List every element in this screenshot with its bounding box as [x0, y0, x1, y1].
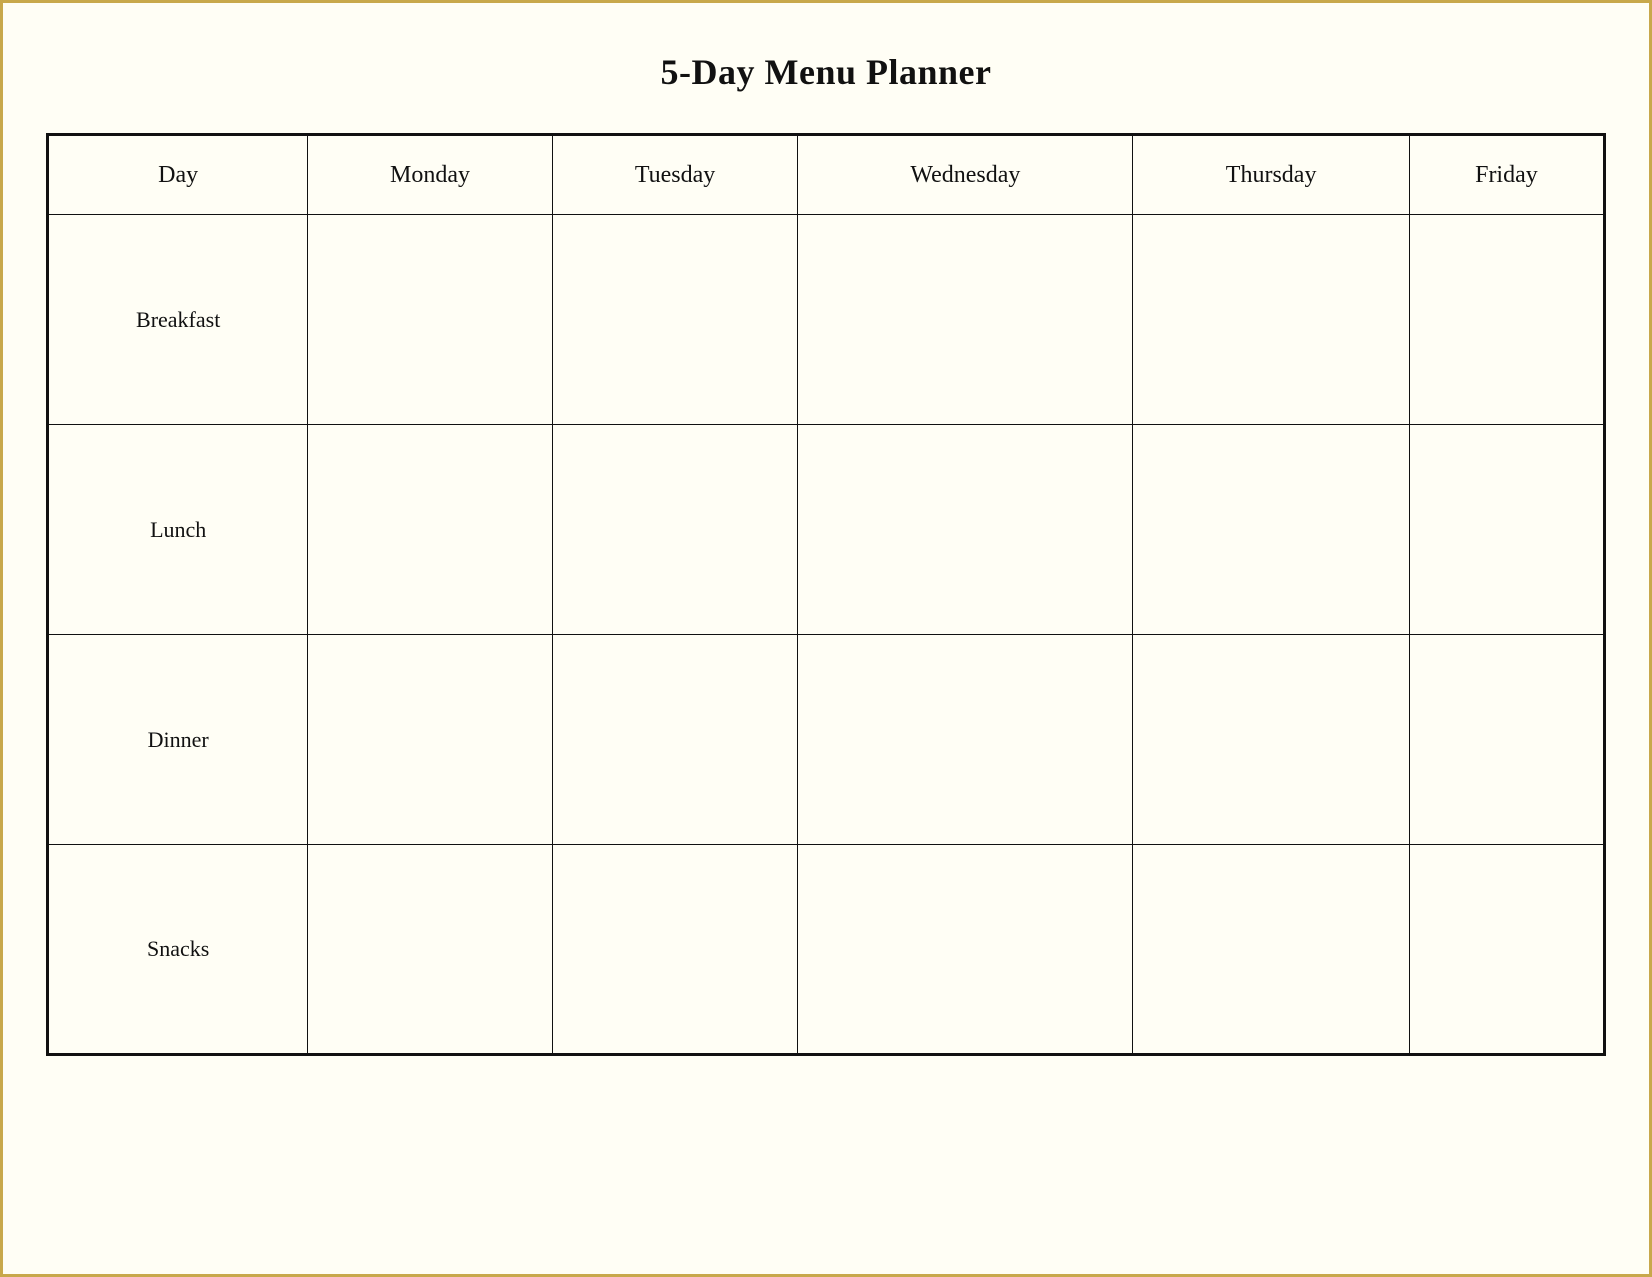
snacks-row: Snacks [48, 845, 1605, 1055]
dinner-monday[interactable] [308, 635, 552, 845]
snacks-wednesday[interactable] [798, 845, 1133, 1055]
breakfast-label: Breakfast [48, 215, 308, 425]
dinner-row: Dinner [48, 635, 1605, 845]
snacks-tuesday[interactable] [552, 845, 798, 1055]
col-header-tuesday: Tuesday [552, 135, 798, 215]
header-row: Day Monday Tuesday Wednesday Thursday Fr… [48, 135, 1605, 215]
breakfast-thursday[interactable] [1133, 215, 1410, 425]
breakfast-monday[interactable] [308, 215, 552, 425]
dinner-friday[interactable] [1409, 635, 1604, 845]
lunch-label: Lunch [48, 425, 308, 635]
snacks-label: Snacks [48, 845, 308, 1055]
lunch-tuesday[interactable] [552, 425, 798, 635]
lunch-thursday[interactable] [1133, 425, 1410, 635]
snacks-monday[interactable] [308, 845, 552, 1055]
dinner-label: Dinner [48, 635, 308, 845]
breakfast-wednesday[interactable] [798, 215, 1133, 425]
snacks-thursday[interactable] [1133, 845, 1410, 1055]
dinner-wednesday[interactable] [798, 635, 1133, 845]
dinner-tuesday[interactable] [552, 635, 798, 845]
page-title: 5-Day Menu Planner [661, 51, 992, 93]
lunch-friday[interactable] [1409, 425, 1604, 635]
breakfast-friday[interactable] [1409, 215, 1604, 425]
col-header-thursday: Thursday [1133, 135, 1410, 215]
lunch-wednesday[interactable] [798, 425, 1133, 635]
col-header-wednesday: Wednesday [798, 135, 1133, 215]
col-header-day: Day [48, 135, 308, 215]
breakfast-row: Breakfast [48, 215, 1605, 425]
lunch-row: Lunch [48, 425, 1605, 635]
lunch-monday[interactable] [308, 425, 552, 635]
breakfast-tuesday[interactable] [552, 215, 798, 425]
dinner-thursday[interactable] [1133, 635, 1410, 845]
menu-planner-table: Day Monday Tuesday Wednesday Thursday Fr… [46, 133, 1606, 1056]
col-header-monday: Monday [308, 135, 552, 215]
snacks-friday[interactable] [1409, 845, 1604, 1055]
col-header-friday: Friday [1409, 135, 1604, 215]
